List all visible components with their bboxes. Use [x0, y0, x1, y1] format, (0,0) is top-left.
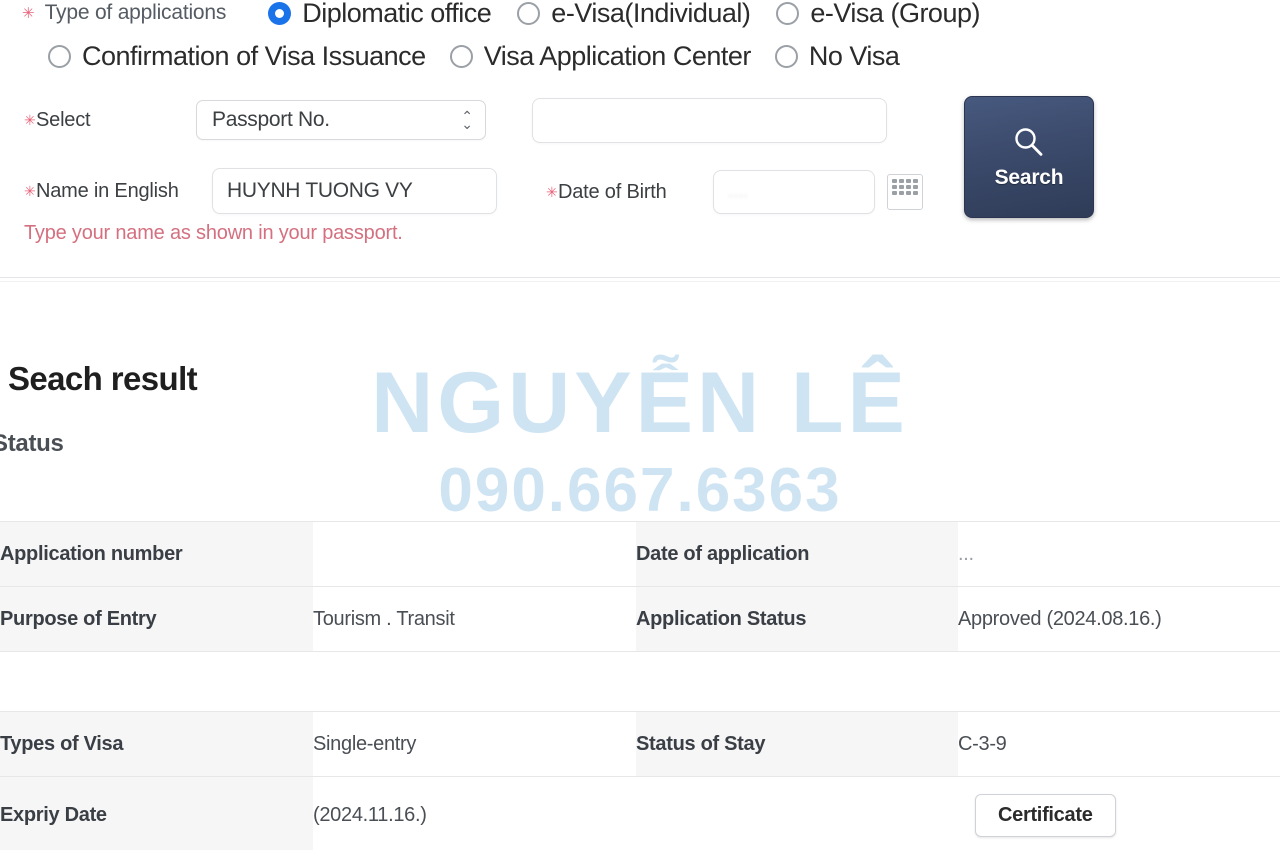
date-of-birth-input[interactable]: .... — [713, 170, 875, 214]
value-expiry-date: (2024.11.16.) — [313, 776, 636, 850]
application-type-label: Type of applications — [44, 1, 227, 24]
search-button[interactable]: Search — [964, 96, 1094, 218]
required-star-icon: ✳ — [24, 112, 36, 128]
result-table-top: Application number Date of application .… — [0, 521, 1280, 715]
table-row: Expriy Date (2024.11.16.) Certificate — [0, 776, 1280, 850]
value-purpose-of-entry: Tourism . Transit — [313, 586, 636, 652]
radio-label-confirmation-of-visa-issuance: Confirmation of Visa Issuance — [82, 40, 426, 71]
document-type-select[interactable]: Passport No. ⌃ ⌄ — [196, 100, 486, 140]
select-field-label: Select — [36, 108, 91, 131]
radio-option-confirmation-of-visa-issuance[interactable]: Confirmation of Visa Issuance — [48, 41, 426, 72]
name-in-english-value: HUYNH TUONG VY — [227, 179, 413, 202]
radio-label-evisa-individual: e-Visa(Individual) — [551, 0, 751, 28]
certificate-cell: Certificate — [958, 776, 1280, 850]
name-field-row: ✳ Name in English HUYNH TUONG VY — [24, 168, 497, 214]
radio-label-no-visa: No Visa — [808, 40, 900, 71]
value-status-of-stay: C-3-9 — [958, 711, 1280, 777]
required-star-icon: ✳ — [546, 184, 558, 200]
required-star-icon: ✳ — [22, 4, 35, 22]
chevron-updown-icon: ⌃ ⌄ — [461, 108, 473, 132]
application-type-row-1: ✳ Type of applications Diplomatic office… — [0, 0, 1280, 34]
result-table-bottom: Types of Visa Single-entry Status of Sta… — [0, 711, 1280, 850]
value-application-number — [313, 521, 636, 587]
label-date-of-application: Date of application — [636, 521, 958, 587]
status-section-label: Status — [0, 430, 64, 457]
radio-dot-icon[interactable] — [774, 44, 798, 68]
label-expiry-date: Expriy Date — [0, 776, 313, 850]
search-icon — [1015, 128, 1043, 156]
table-spacer-row — [0, 651, 1280, 715]
label-application-number: Application number — [0, 521, 313, 587]
value-application-status: Approved (2024.08.16.) — [958, 586, 1280, 652]
radio-dot-icon[interactable] — [268, 1, 292, 25]
value-types-of-visa: Single-entry — [313, 711, 636, 777]
radio-dot-icon[interactable] — [48, 44, 71, 68]
radio-option-diplomatic-office[interactable]: Diplomatic office — [268, 0, 492, 29]
empty-cell — [636, 776, 958, 850]
section-divider — [0, 277, 1280, 278]
radio-dot-icon[interactable] — [776, 1, 800, 25]
dob-field-row: ✳ Date of Birth .... — [546, 170, 923, 214]
calendar-icon[interactable] — [887, 174, 923, 210]
application-type-row-2: Confirmation of Visa Issuance Visa Appli… — [0, 34, 1280, 78]
radio-option-evisa-individual[interactable]: e-Visa(Individual) — [517, 0, 751, 29]
search-button-label: Search — [994, 166, 1064, 189]
required-star-icon: ✳ — [24, 183, 36, 199]
page-title: Seach result — [8, 360, 198, 397]
certificate-button[interactable]: Certificate — [975, 793, 1116, 837]
radio-dot-icon[interactable] — [517, 1, 541, 25]
value-date-of-application: ... — [958, 521, 1280, 587]
application-type-section: ✳ Type of applications Diplomatic office… — [0, 0, 1280, 78]
visa-status-page: ✳ Type of applications Diplomatic office… — [0, 0, 1280, 850]
passport-number-input[interactable] — [532, 98, 887, 143]
radio-option-no-visa[interactable]: No Visa — [774, 40, 900, 72]
radio-option-visa-application-center[interactable]: Visa Application Center — [449, 40, 752, 72]
section-divider-shadow — [0, 281, 1280, 282]
label-types-of-visa: Types of Visa — [0, 711, 313, 777]
calendar-icon-grid — [888, 175, 922, 199]
spacer-cell — [313, 651, 636, 715]
name-field-label: Name in English — [36, 179, 179, 202]
spacer-cell — [958, 651, 1280, 715]
name-in-english-input[interactable]: HUYNH TUONG VY — [212, 168, 497, 214]
spacer-cell — [0, 651, 313, 715]
table-row: Types of Visa Single-entry Status of Sta… — [0, 711, 1280, 777]
select-field-row: ✳ Select Passport No. ⌃ ⌄ — [24, 100, 486, 140]
dob-field-label: Date of Birth — [558, 180, 667, 203]
label-status-of-stay: Status of Stay — [636, 711, 958, 777]
radio-label-diplomatic-office: Diplomatic office — [302, 0, 492, 28]
radio-label-visa-application-center: Visa Application Center — [483, 40, 752, 71]
table-row: Application number Date of application .… — [0, 521, 1280, 587]
radio-dot-icon[interactable] — [449, 44, 473, 68]
search-result-heading: Seach result — [0, 360, 198, 398]
label-application-status: Application Status — [636, 586, 958, 652]
radio-label-evisa-group: e-Visa (Group) — [810, 0, 980, 28]
spacer-cell — [636, 651, 958, 715]
name-hint-text: Type your name as shown in your passport… — [24, 222, 403, 244]
date-of-birth-value: .... — [728, 181, 748, 202]
watermark-phone: 090.667.6363 — [438, 456, 842, 525]
label-purpose-of-entry: Purpose of Entry — [0, 586, 313, 652]
table-row: Purpose of Entry Tourism . Transit Appli… — [0, 586, 1280, 652]
radio-option-evisa-group[interactable]: e-Visa (Group) — [776, 0, 980, 29]
document-type-select-value: Passport No. — [212, 108, 330, 131]
